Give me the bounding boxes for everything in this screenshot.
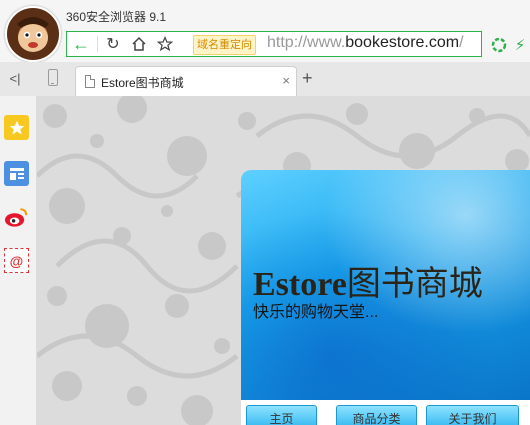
divider — [97, 36, 98, 52]
url-domain: bookestore.com — [345, 34, 460, 51]
weibo-icon[interactable] — [4, 205, 29, 230]
news-icon[interactable] — [4, 161, 29, 186]
redirect-badge[interactable]: 域名重定向 — [193, 35, 256, 55]
phone-icon[interactable] — [48, 69, 58, 86]
app-title: 360安全浏览器 9.1 — [66, 10, 167, 24]
url-prefix: http://www. — [267, 34, 346, 51]
address-bar[interactable]: ← ↻ 域名重定向 http://www.bookestore.com/ — [66, 31, 482, 57]
avatar-face-icon — [17, 17, 49, 52]
star-icon[interactable] — [151, 32, 179, 56]
sidebar-toggle-icon[interactable]: <| — [6, 71, 24, 86]
new-tab-button[interactable]: + — [302, 68, 313, 89]
title-bar: 360安全浏览器 9.1 ← ↻ 域名重定向 http://www.bookes… — [0, 0, 530, 62]
store-menu: 主页 商品分类 关于我们 — [241, 400, 530, 425]
store-subtitle: 快乐的购物天堂... — [253, 304, 379, 321]
page-viewport: Estore图书商城 快乐的购物天堂... 主页 商品分类 关于我们 — [37, 96, 530, 425]
menu-about-button[interactable]: 关于我们 — [426, 405, 519, 425]
favorites-star-icon[interactable] — [4, 115, 29, 140]
back-arrow-icon[interactable]: ← — [67, 32, 95, 56]
home-icon[interactable] — [125, 32, 153, 56]
bolt-icon[interactable]: ⚡ — [511, 36, 529, 54]
tab-title: Estore图书商城 — [101, 76, 184, 90]
store-banner: Estore图书商城 快乐的购物天堂... — [241, 170, 530, 400]
url-text[interactable]: http://www.bookestore.com/ — [267, 34, 464, 52]
tab-estore[interactable]: Estore图书商城 × — [75, 66, 297, 97]
url-suffix: / — [459, 34, 464, 51]
page-icon — [85, 75, 95, 88]
close-icon[interactable]: × — [282, 73, 290, 88]
user-avatar[interactable] — [5, 6, 61, 62]
mail-icon[interactable]: @ — [4, 248, 29, 273]
menu-categories-button[interactable]: 商品分类 — [336, 405, 417, 425]
reload-icon[interactable]: ↻ — [99, 32, 127, 56]
menu-home-button[interactable]: 主页 — [246, 405, 317, 425]
sidebar: @ — [0, 96, 37, 425]
tab-strip: <| Estore图书商城 × + — [0, 62, 530, 97]
extension-icon[interactable] — [490, 36, 508, 54]
